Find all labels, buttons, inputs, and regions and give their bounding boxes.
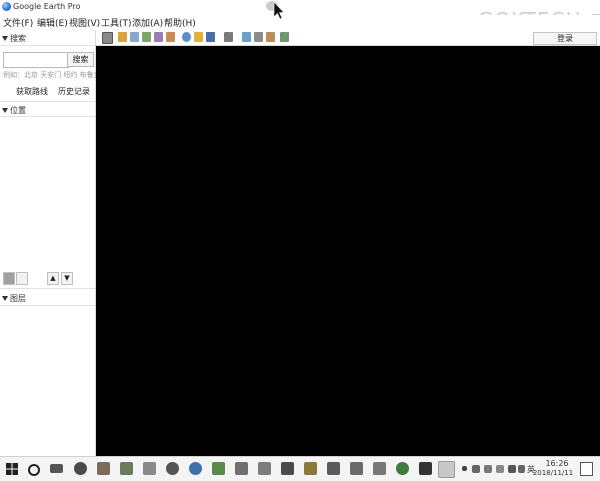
places-toolbar: ▲ ▼	[0, 270, 95, 286]
window-title: Google Earth Pro	[13, 2, 81, 11]
divider	[0, 101, 95, 102]
menu-bar: 文件(F) 编辑(E) 视图(V) 工具(T) 添加(A) 帮助(H)	[0, 15, 600, 30]
tray-app-icon-1[interactable]	[472, 465, 480, 473]
app-icon-6[interactable]	[212, 462, 225, 475]
path-icon[interactable]	[142, 32, 151, 42]
historical-imagery-icon[interactable]	[182, 32, 191, 42]
list-view-icon[interactable]	[16, 272, 28, 285]
network-icon[interactable]	[496, 465, 504, 473]
app-icon-1[interactable]	[97, 462, 110, 475]
mouse-pointer-icon	[266, 1, 285, 20]
sunlight-icon[interactable]	[194, 32, 203, 42]
clock-time[interactable]: 16:26	[537, 459, 577, 468]
taskbar: 英 16:26 2018/11/11	[0, 456, 600, 481]
app-icon-11[interactable]	[327, 462, 340, 475]
add-content-icon[interactable]	[3, 272, 15, 285]
divider	[0, 288, 95, 289]
app-icon-2[interactable]	[120, 462, 133, 475]
history-link[interactable]: 历史记录	[58, 86, 90, 97]
move-up-icon[interactable]: ▲	[47, 272, 59, 285]
search-panel-header[interactable]: 搜索	[2, 33, 26, 44]
menu-view[interactable]: 视图(V)	[69, 16, 100, 29]
menu-edit[interactable]: 编辑(E)	[37, 16, 68, 29]
search-panel-title: 搜索	[10, 34, 26, 43]
view-in-maps-icon[interactable]	[280, 32, 289, 42]
search-button[interactable]: 搜索	[67, 52, 94, 67]
record-tour-icon[interactable]	[166, 32, 175, 42]
menu-help[interactable]: 帮助(H)	[164, 16, 196, 29]
menu-file[interactable]: 文件(F)	[3, 16, 33, 29]
task-view-icon[interactable]	[50, 464, 63, 473]
tray-app-icon-2[interactable]	[484, 465, 492, 473]
menu-add[interactable]: 添加(A)	[132, 16, 163, 29]
divider	[0, 305, 95, 306]
app-icon-10[interactable]	[304, 462, 317, 475]
app-icon-15[interactable]	[419, 462, 432, 475]
placemark-icon[interactable]	[118, 32, 127, 42]
menu-tools[interactable]: 工具(T)	[101, 16, 132, 29]
app-icon-4[interactable]	[166, 462, 179, 475]
image-overlay-icon[interactable]	[154, 32, 163, 42]
google-earth-icon	[2, 2, 11, 11]
earth-viewport[interactable]	[96, 46, 600, 456]
layers-panel-header[interactable]: 图层	[2, 293, 26, 304]
google-earth-taskbar-icon[interactable]	[438, 461, 455, 478]
search-hint: 例如：北京 天安门 纽约 布鲁克林	[3, 71, 108, 79]
ruler-icon[interactable]	[224, 32, 233, 42]
get-directions-link[interactable]: 获取路线	[16, 86, 48, 97]
battery-icon[interactable]	[518, 465, 525, 473]
collapse-triangle-icon	[2, 108, 8, 113]
save-image-icon[interactable]	[266, 32, 275, 42]
app-icon-13[interactable]	[373, 462, 386, 475]
app-icon-8[interactable]	[258, 462, 271, 475]
places-panel-title: 位置	[10, 106, 26, 115]
app-icon-5[interactable]	[189, 462, 202, 475]
tray-chevron-icon[interactable]	[462, 466, 467, 471]
signin-button[interactable]: 登录	[533, 32, 597, 45]
app-icon-7[interactable]	[235, 462, 248, 475]
sidebar-toggle-icon[interactable]	[102, 32, 113, 44]
volume-icon[interactable]	[508, 465, 516, 473]
email-icon[interactable]	[242, 32, 251, 42]
collapse-triangle-icon	[2, 296, 8, 301]
app-icon-12[interactable]	[350, 462, 363, 475]
toolbar: 登录	[96, 30, 600, 46]
action-center-icon[interactable]	[580, 462, 593, 476]
app-icon-14[interactable]	[396, 462, 409, 475]
print-icon[interactable]	[254, 32, 263, 42]
windows-start-icon[interactable]	[6, 463, 18, 475]
app-icon-3[interactable]	[143, 462, 156, 475]
places-panel-header[interactable]: 位置	[2, 105, 26, 116]
app-icon-9[interactable]	[281, 462, 294, 475]
divider	[0, 116, 95, 117]
move-down-icon[interactable]: ▼	[61, 272, 73, 285]
clock-date[interactable]: 2018/11/11	[528, 469, 578, 477]
polygon-icon[interactable]	[130, 32, 139, 42]
search-input[interactable]	[3, 52, 69, 68]
planets-icon[interactable]	[206, 32, 215, 42]
divider	[0, 45, 95, 46]
cortana-icon[interactable]	[28, 464, 40, 476]
collapse-triangle-icon	[2, 36, 8, 41]
layers-panel-title: 图层	[10, 294, 26, 303]
sidebar: 搜索 搜索 例如：北京 天安门 纽约 布鲁克林 获取路线 历史记录 位置 ▲ ▼…	[0, 30, 108, 456]
browser-icon[interactable]	[74, 462, 87, 475]
